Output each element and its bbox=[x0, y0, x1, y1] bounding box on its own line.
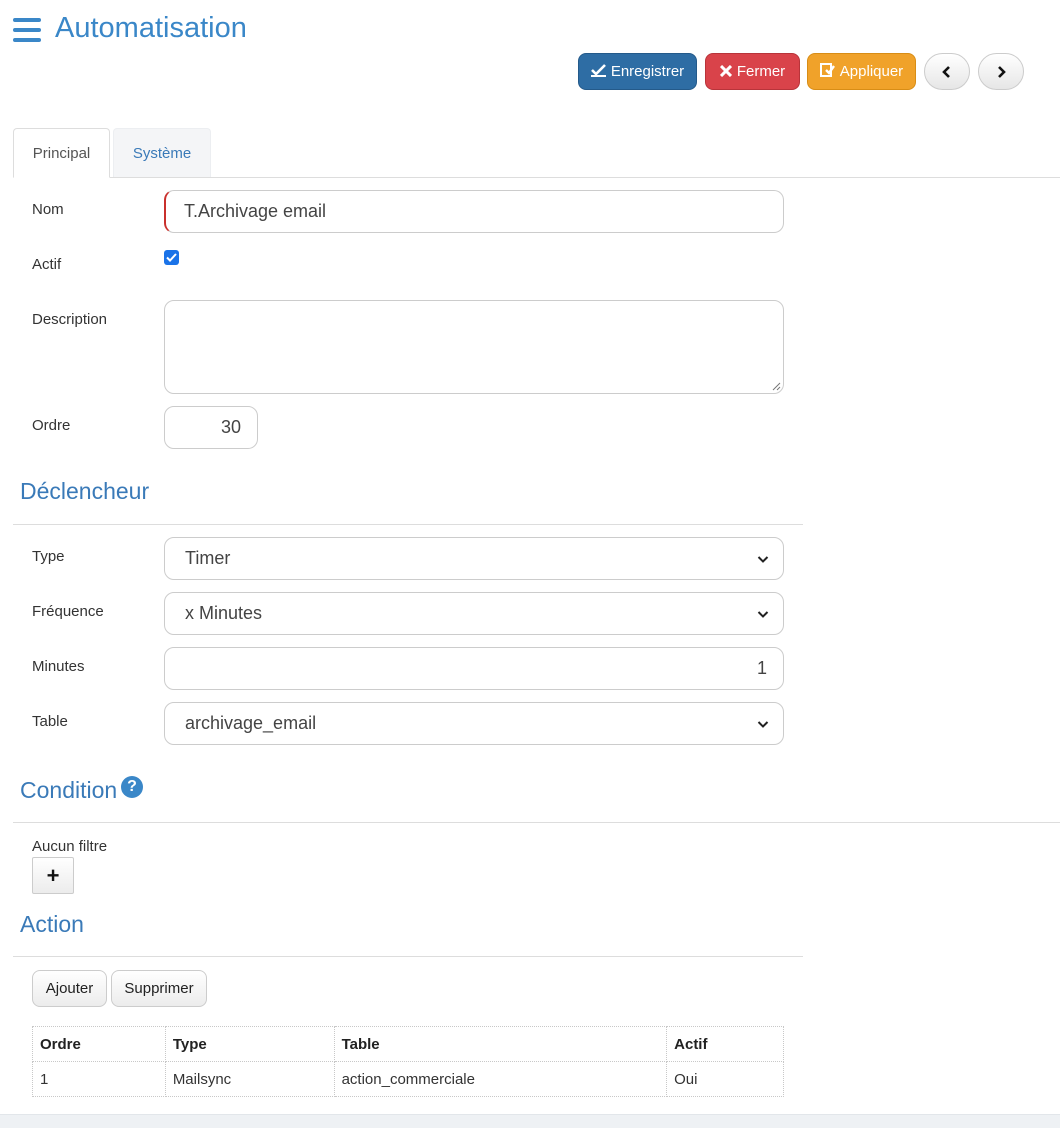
save-check-icon bbox=[590, 63, 606, 80]
condition-title: Condition bbox=[20, 777, 118, 803]
frequence-label: Fréquence bbox=[32, 603, 104, 620]
tab-principal[interactable]: Principal bbox=[13, 128, 110, 178]
close-button-label: Fermer bbox=[736, 63, 786, 80]
apply-button[interactable]: Appliquer bbox=[807, 53, 916, 90]
menu-icon[interactable] bbox=[13, 18, 41, 42]
frequence-select-value: x Minutes bbox=[185, 603, 263, 623]
chevron-left-icon bbox=[942, 65, 950, 78]
column-header-ordre[interactable]: Ordre bbox=[32, 1026, 166, 1062]
nom-label: Nom bbox=[32, 201, 64, 218]
tab-systeme[interactable]: Système bbox=[113, 128, 211, 177]
cell-type: Mailsync bbox=[164, 1061, 335, 1097]
close-icon bbox=[719, 64, 732, 80]
next-button[interactable] bbox=[978, 53, 1024, 90]
save-button[interactable]: Enregistrer bbox=[578, 53, 697, 90]
apply-button-label: Appliquer bbox=[839, 63, 904, 80]
chevron-down-icon bbox=[757, 555, 769, 563]
type-select[interactable]: Timer bbox=[164, 537, 784, 580]
resize-grip-icon[interactable] bbox=[772, 382, 781, 391]
minutes-label: Minutes bbox=[32, 658, 85, 675]
description-textarea[interactable] bbox=[165, 301, 783, 397]
add-action-button[interactable]: Ajouter bbox=[32, 970, 107, 1007]
action-divider bbox=[13, 956, 803, 957]
table-label: Table bbox=[32, 713, 68, 730]
close-button[interactable]: Fermer bbox=[705, 53, 800, 90]
declencheur-title: Déclencheur bbox=[20, 478, 150, 504]
nom-input[interactable] bbox=[182, 200, 783, 223]
save-button-label: Enregistrer bbox=[610, 63, 685, 80]
page-title: Automatisation bbox=[55, 12, 247, 44]
ordre-input[interactable] bbox=[165, 416, 243, 439]
apply-icon bbox=[819, 63, 835, 80]
delete-action-button[interactable]: Supprimer bbox=[111, 970, 207, 1007]
actif-label: Actif bbox=[32, 256, 62, 273]
table-select-value: archivage_email bbox=[185, 713, 317, 733]
description-label: Description bbox=[32, 311, 108, 328]
column-header-type[interactable]: Type bbox=[164, 1026, 335, 1062]
cell-ordre: 1 bbox=[32, 1061, 166, 1097]
tabs-divider bbox=[13, 177, 1060, 178]
add-filter-button[interactable]: + bbox=[32, 857, 74, 894]
ordre-label: Ordre bbox=[32, 417, 71, 434]
minutes-input[interactable] bbox=[165, 657, 769, 680]
cell-table: action_commerciale bbox=[333, 1061, 668, 1097]
type-label: Type bbox=[32, 548, 65, 565]
table-row[interactable]: 1 Mailsync action_commerciale Oui bbox=[32, 1061, 784, 1097]
cell-actif: Oui bbox=[666, 1061, 784, 1097]
column-header-actif[interactable]: Actif bbox=[666, 1026, 784, 1062]
table-select[interactable]: archivage_email bbox=[164, 702, 784, 745]
help-icon[interactable]: ? bbox=[121, 776, 143, 798]
checkmark-icon bbox=[166, 253, 177, 262]
footer-bar bbox=[0, 1114, 1060, 1128]
actif-checkbox[interactable] bbox=[164, 250, 179, 265]
chevron-right-icon bbox=[998, 65, 1006, 78]
ordre-field[interactable] bbox=[164, 406, 258, 449]
column-header-table[interactable]: Table bbox=[333, 1026, 668, 1062]
frequence-select[interactable]: x Minutes bbox=[164, 592, 784, 635]
no-filter-label: Aucun filtre bbox=[32, 838, 108, 855]
declencheur-divider bbox=[13, 524, 803, 525]
minutes-field[interactable] bbox=[164, 647, 784, 690]
table-header-row: Ordre Type Table Actif bbox=[32, 1026, 784, 1062]
plus-icon: + bbox=[46, 862, 60, 888]
chevron-down-icon bbox=[757, 720, 769, 728]
actions-table: Ordre Type Table Actif 1 Mailsync action… bbox=[32, 1026, 784, 1097]
chevron-down-icon bbox=[757, 610, 769, 618]
condition-divider bbox=[13, 822, 1060, 823]
type-select-value: Timer bbox=[185, 548, 231, 568]
action-title: Action bbox=[20, 911, 84, 937]
description-field[interactable] bbox=[164, 300, 784, 397]
nom-field[interactable] bbox=[164, 190, 784, 233]
previous-button[interactable] bbox=[924, 53, 970, 90]
